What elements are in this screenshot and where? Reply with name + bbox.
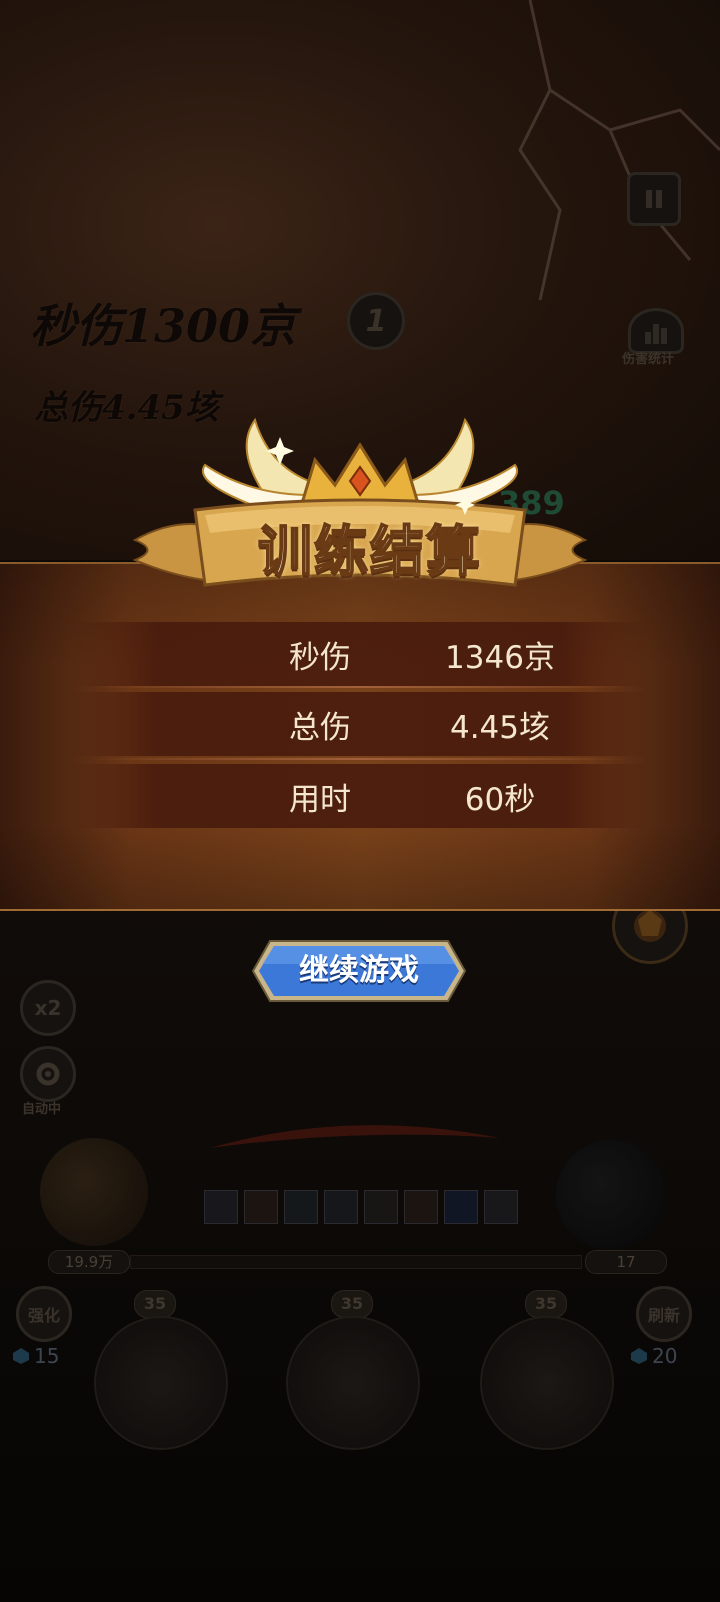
skill-icon [284,1190,318,1224]
upgrade-cost-value: 15 [34,1344,60,1368]
hero-card[interactable]: 35 [276,1290,426,1450]
auto-label: 自动中 [22,1102,62,1117]
left-hero-orb [40,1138,148,1246]
boss-portrait-icon [634,910,666,942]
row-divider [90,758,630,760]
refresh-cost-value: 20 [652,1344,678,1368]
gem-icon [631,1348,647,1364]
hero-card[interactable]: 35 [470,1290,620,1450]
hero-card[interactable]: 35 [84,1290,234,1450]
game-screen: 秒伤1300京 总伤4.45垓 1 伤害统计 389 x2 自动中 19.9万 … [0,0,720,1602]
round-number: 1 [365,303,387,339]
card-level: 35 [525,1290,567,1318]
continue-game-button[interactable]: 继续游戏 [252,940,466,1002]
gear-icon [36,1062,60,1086]
right-hp: 17 [585,1250,667,1274]
skill-icon [244,1190,278,1224]
bar-chart-icon [645,324,667,344]
skill-icon [204,1190,238,1224]
result-value: 4.45垓 [449,709,551,746]
skill-bar [204,1190,518,1224]
result-value: 1346京 [445,639,555,676]
hero-portrait [286,1316,420,1450]
continue-label: 继续游戏 [299,953,419,988]
slash-effect [210,1125,500,1148]
result-row-time: 用时 60秒 [70,764,650,828]
skill-icon [484,1190,518,1224]
bg-dps-text: 秒伤1300京 [30,299,297,353]
left-hp: 19.9万 [48,1250,130,1274]
skill-icon [404,1190,438,1224]
refresh-button[interactable]: 刷新 [636,1286,692,1342]
result-label: 秒伤 [289,639,351,676]
upgrade-button[interactable]: 强化 [16,1286,72,1342]
result-row-total: 总伤 4.45垓 [70,692,650,756]
auto-button[interactable] [20,1046,76,1102]
damage-stats-label: 伤害统计 [622,352,675,367]
pause-button[interactable] [627,172,681,226]
row-divider [90,686,630,688]
speed-button[interactable]: x2 [20,980,76,1036]
speed-label: x2 [34,996,62,1020]
result-title: 训练结算 [257,519,482,584]
lightning-decoration [518,0,720,301]
hero-portrait [94,1316,228,1450]
card-level: 35 [134,1290,176,1318]
upgrade-label: 强化 [27,1306,60,1325]
result-label: 总伤 [289,709,351,746]
refresh-cost: 20 [630,1344,677,1368]
result-row-dps: 秒伤 1346京 [70,622,650,686]
result-label: 用时 [289,781,351,818]
card-level: 35 [331,1290,373,1318]
refresh-label: 刷新 [647,1306,680,1325]
skill-icon [364,1190,398,1224]
pause-icon [646,190,662,208]
upgrade-cost: 15 [12,1344,59,1368]
hp-bar [130,1255,582,1269]
result-value: 60秒 [464,781,536,818]
round-indicator: 1 [347,292,405,350]
skill-icon [444,1190,478,1224]
result-title-emblem: 训练结算 [130,415,590,600]
skill-icon [324,1190,358,1224]
gem-icon [13,1348,29,1364]
right-hero-orb [556,1140,666,1250]
hero-portrait [480,1316,614,1450]
